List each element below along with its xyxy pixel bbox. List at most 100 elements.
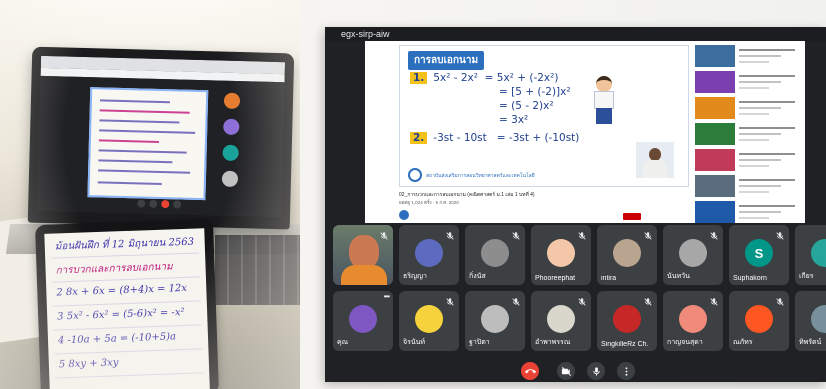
participant-name: อำพาพรรณ bbox=[535, 339, 571, 346]
camera-toggle-button[interactable] bbox=[557, 362, 575, 380]
video-title[interactable]: 02_การบวกและการลบเอกนาม (คณิตศาสตร์ ม.1 … bbox=[399, 191, 535, 199]
slide-title: การลบเอกนาม bbox=[408, 51, 485, 70]
participant-tile[interactable]: ทิพรัตน์อีก 7 คน bbox=[795, 291, 826, 351]
participant-tile[interactable]: intira bbox=[597, 225, 657, 285]
participant-avatar bbox=[811, 239, 826, 267]
equation-text: = 3x² bbox=[499, 114, 529, 126]
participant-tile[interactable] bbox=[333, 225, 393, 285]
laptop-controls bbox=[137, 199, 182, 209]
equation-2-line: 2. -3st - 10st = -3st + (-10st) bbox=[410, 132, 579, 144]
participant-tile[interactable]: นันทวัน bbox=[663, 225, 723, 285]
participant-avatar bbox=[547, 305, 575, 333]
participant-name: กาญจนสุดา bbox=[667, 339, 703, 346]
lesson-slide: การลบเอกนาม 1. 5x² - 2x² = 5x² + (-2x²) =… bbox=[399, 45, 689, 187]
participant-name: ทิพรัตน์ bbox=[799, 339, 822, 346]
handwriting-line: 3 5x² - 6x² = (5-6)x² = -x² bbox=[57, 306, 185, 323]
participant-tile[interactable]: จิรนันท์ bbox=[399, 291, 459, 351]
meet-header: egx-sirp-aiw bbox=[325, 27, 826, 41]
related-video[interactable] bbox=[695, 149, 803, 173]
mic-off-icon bbox=[643, 294, 653, 306]
item-number: 1. bbox=[410, 72, 428, 84]
equation-text: = [5 + (-2)]x² bbox=[499, 86, 571, 98]
laptop-screen bbox=[37, 55, 286, 218]
participant-avatar bbox=[547, 239, 575, 267]
equation-text: = 5x² + (-2x²) bbox=[484, 72, 559, 84]
meeting-code: egx-sirp-aiw bbox=[341, 29, 390, 39]
tablet: ม้อนฝันฝึก ที่ 12 มิถุนายน 2563 การบวกแล… bbox=[35, 218, 219, 389]
participant-tile[interactable]: เกียร bbox=[795, 225, 826, 285]
mic-off-icon bbox=[511, 228, 521, 240]
presentation-view[interactable]: การลบเอกนาม 1. 5x² - 2x² = 5x² + (-2x²) =… bbox=[365, 41, 805, 223]
participant-tile[interactable]: ฐาปิตา bbox=[465, 291, 525, 351]
laptop-participants bbox=[215, 90, 280, 198]
mic-off-icon bbox=[775, 294, 785, 306]
hangup-button[interactable] bbox=[521, 362, 539, 380]
mic-off-icon bbox=[577, 228, 587, 240]
student-illustration bbox=[590, 76, 618, 128]
related-videos bbox=[695, 45, 803, 223]
related-video[interactable] bbox=[695, 175, 803, 199]
participant-avatar bbox=[811, 305, 826, 333]
participant-name: จิรนันท์ bbox=[403, 339, 426, 346]
related-video[interactable] bbox=[695, 123, 803, 147]
channel-avatar[interactable] bbox=[399, 210, 409, 220]
handwriting-line: การบวกและการลบเอกนาม bbox=[55, 261, 173, 277]
mic-off-icon bbox=[577, 294, 587, 306]
equation-text: 5x² - 2x² bbox=[433, 72, 478, 84]
participant-name: ธริญญา bbox=[403, 273, 427, 280]
participant-tile[interactable]: อำพาพรรณ bbox=[531, 291, 591, 351]
laptop-keyboard bbox=[215, 235, 300, 305]
participant-avatar bbox=[745, 305, 773, 333]
participant-tile[interactable]: ณภัทร bbox=[729, 291, 789, 351]
participant-name: คุณ bbox=[337, 339, 349, 346]
mic-off-icon bbox=[643, 228, 653, 240]
handwriting-line: 4 -10a + 5a = (-10+5)a bbox=[57, 331, 177, 347]
meet-window: egx-sirp-aiw การลบเอกนาม 1. 5x² - 2x² = 5… bbox=[325, 27, 826, 382]
participant-video-body bbox=[341, 265, 387, 285]
mic-off-icon bbox=[379, 228, 389, 240]
participant-tile[interactable]: กิ่งนัส bbox=[465, 225, 525, 285]
related-video[interactable] bbox=[695, 201, 803, 223]
related-video[interactable] bbox=[695, 97, 803, 121]
participant-name: กิ่งนัส bbox=[469, 273, 486, 280]
participant-avatar bbox=[415, 239, 443, 267]
equation-text: = (5 - 2)x² bbox=[499, 100, 554, 112]
participant-tile[interactable]: Phooreephat bbox=[531, 225, 591, 285]
participant-avatar bbox=[481, 305, 509, 333]
more-options-button[interactable] bbox=[617, 362, 635, 380]
more-icon bbox=[625, 366, 627, 376]
participant-avatar bbox=[613, 239, 641, 267]
laptop-meet-view bbox=[37, 75, 285, 218]
participant-tile[interactable]: คุณ ••• bbox=[333, 291, 393, 351]
participant-tile[interactable]: ธริญญา bbox=[399, 225, 459, 285]
subscribe-button[interactable] bbox=[623, 213, 641, 220]
participant-video bbox=[349, 235, 379, 269]
mic-toggle-button[interactable] bbox=[587, 362, 605, 380]
participant-name: intira bbox=[601, 275, 617, 282]
mic-icon bbox=[592, 366, 600, 376]
mic-off-icon bbox=[445, 228, 455, 240]
mic-off-icon bbox=[511, 294, 521, 306]
mic-off-icon bbox=[445, 294, 455, 306]
participant-avatar: S bbox=[745, 239, 773, 267]
laptop bbox=[27, 46, 295, 230]
related-video[interactable] bbox=[695, 71, 803, 95]
tablet-screen: ม้อนฝันฝึก ที่ 12 มิถุนายน 2563 การบวกแล… bbox=[44, 228, 211, 389]
participant-tile[interactable]: กาญจนสุดา bbox=[663, 291, 723, 351]
mic-off-icon bbox=[709, 228, 719, 240]
participant-avatar bbox=[349, 305, 377, 333]
tile-options-icon[interactable]: ••• bbox=[384, 292, 390, 301]
camera-off-icon bbox=[561, 366, 571, 376]
participant-name: นันทวัน bbox=[667, 273, 690, 280]
mic-off-icon bbox=[709, 294, 719, 306]
participant-tile[interactable]: SingkilleRz Ch. bbox=[597, 291, 657, 351]
ipst-logo-icon bbox=[408, 168, 422, 182]
classroom-photo: ม้อนฝันฝึก ที่ 12 มิถุนายน 2563 การบวกแล… bbox=[0, 0, 300, 389]
related-video[interactable] bbox=[695, 45, 803, 69]
equation-1-line: 1. 5x² - 2x² = 5x² + (-2x²) bbox=[410, 72, 558, 84]
participant-avatar bbox=[679, 305, 707, 333]
participant-avatar bbox=[613, 305, 641, 333]
participant-tile[interactable]: S Suphakorn bbox=[729, 225, 789, 285]
participant-avatar bbox=[415, 305, 443, 333]
handwriting-line: 5 8xy + 3xy bbox=[58, 357, 119, 371]
